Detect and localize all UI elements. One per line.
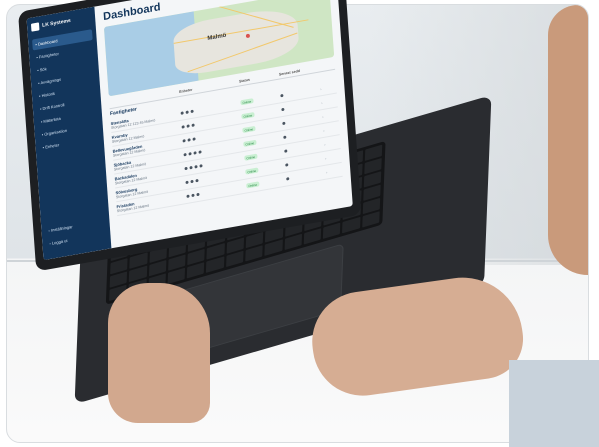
- brand[interactable]: LK Systems: [30, 13, 91, 32]
- device-icon: [187, 138, 191, 142]
- chevron-right-icon[interactable]: ›: [321, 99, 329, 105]
- chevron-right-icon[interactable]: ›: [320, 86, 328, 91]
- last-seen-icons: [285, 157, 325, 167]
- device-icon: [183, 152, 187, 157]
- status-badge: Online: [245, 167, 259, 175]
- laptop-screen: LK Systems ▪ Dashboard ▪ Fastigheter ▪ Sök…: [26, 0, 353, 261]
- last-seen-icons: [281, 101, 321, 112]
- last-seen-icons: [284, 143, 324, 153]
- device-icon: [196, 192, 200, 197]
- chevron-right-icon[interactable]: ›: [325, 155, 333, 160]
- left-hand: [108, 283, 210, 423]
- device-icon: [184, 166, 188, 171]
- device-icon: [185, 180, 189, 185]
- device-icon: [192, 137, 196, 141]
- device-icon: [180, 111, 184, 115]
- signal-icon: [284, 149, 288, 153]
- last-seen-icons: [286, 171, 326, 181]
- sidebar-item-label: Dashboard: [37, 38, 58, 47]
- device-icon: [182, 139, 186, 143]
- device-icon: [194, 165, 198, 169]
- device-icon: [193, 151, 197, 155]
- device-icon: [191, 123, 195, 127]
- status-badge: Online: [240, 98, 254, 106]
- person-head: [548, 5, 588, 275]
- sidebar-item-label: Avvägnings: [40, 76, 62, 86]
- sidebar-item-label: Organisation: [44, 127, 68, 137]
- sidebar-item-label: Enheter: [45, 142, 60, 150]
- status-badge: Online: [246, 181, 260, 189]
- sidebar-item-label: Drift Kontroll: [42, 102, 65, 111]
- device-icon: [198, 150, 202, 154]
- sidebar-item-label: Sök: [39, 66, 47, 73]
- last-seen-icons: [283, 129, 323, 139]
- status-badge: Online: [242, 125, 256, 134]
- last-seen-icons: [280, 87, 320, 98]
- signal-icon: [285, 163, 289, 167]
- signal-icon: [286, 177, 290, 181]
- sidebar-item-label: Fastigheter: [38, 50, 60, 60]
- brand-name: LK Systems: [41, 17, 71, 29]
- device-icon: [190, 109, 194, 114]
- sidebar-bottom: ▫ Inställningar ▫ Logga ut: [45, 215, 107, 251]
- sidebar-item-label: Logga ut: [51, 237, 68, 246]
- last-seen-icons: [282, 115, 322, 126]
- status-badge: Online: [241, 112, 255, 120]
- signal-icon: [283, 135, 287, 139]
- device-icon: [186, 194, 190, 199]
- device-icon: [199, 164, 203, 168]
- status-badge: Online: [244, 153, 258, 161]
- sidebar-item-label: Inställningar: [50, 224, 73, 233]
- map-pin-icon[interactable]: [245, 33, 251, 38]
- device-icon: [190, 179, 194, 184]
- signal-icon: [280, 93, 284, 98]
- device-icon: [191, 193, 195, 198]
- status-badge: Online: [243, 139, 257, 147]
- logo-icon: [30, 22, 40, 32]
- status-cell: Online: [246, 177, 286, 189]
- chevron-right-icon[interactable]: ›: [323, 127, 331, 132]
- sidebar-item-label: Historik: [41, 90, 56, 99]
- device-icon: [185, 110, 189, 114]
- chevron-right-icon[interactable]: ›: [324, 141, 332, 146]
- chevron-right-icon[interactable]: ›: [326, 169, 334, 174]
- main-content: Dashboard Malmö Enheter Status Senast sedd…: [94, 0, 352, 248]
- device-icon: [189, 165, 193, 170]
- shirt-sleeve: [509, 360, 599, 447]
- chevron-right-icon[interactable]: ›: [322, 113, 330, 118]
- device-icon: [195, 178, 199, 183]
- signal-icon: [282, 121, 286, 126]
- device-icon: [181, 125, 185, 129]
- column-header: [319, 66, 327, 67]
- signal-icon: [281, 107, 285, 112]
- device-icon: [188, 152, 192, 156]
- sidebar-item-label: Mätarlista: [43, 115, 61, 124]
- sidebar-nav: ▪ Dashboard ▪ Fastigheter ▪ Sök ▪ Avvägning…: [32, 29, 100, 153]
- device-icon: [186, 124, 190, 128]
